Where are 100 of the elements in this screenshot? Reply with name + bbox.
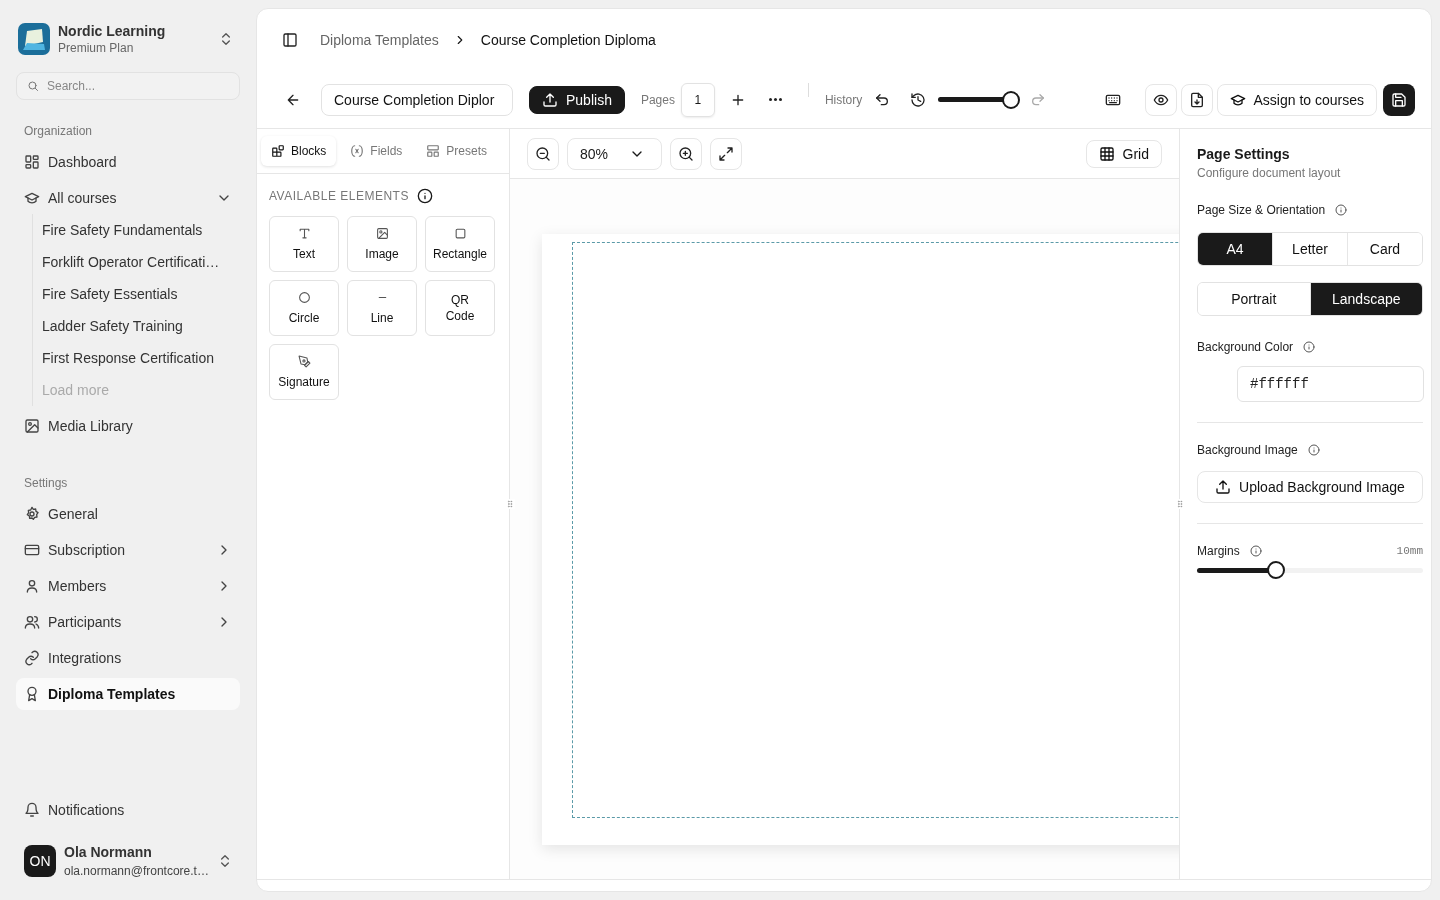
user-email: ola.normann@frontcore.t… [64, 864, 209, 878]
pages-label: Pages [640, 92, 675, 107]
workspace-plan: Premium Plan [58, 41, 135, 55]
assign-button[interactable]: Assign to courses [1216, 83, 1377, 116]
margins-slider[interactable] [1197, 560, 1423, 580]
zoom-out-icon [535, 145, 551, 162]
course-item[interactable]: Forklift Operator Certificati… [41, 246, 240, 278]
info-icon [1335, 204, 1348, 216]
user-icon [24, 578, 40, 594]
orientation-option[interactable]: Landscape [1309, 283, 1422, 315]
credit-card-icon [24, 542, 40, 558]
info-icon [1249, 545, 1262, 557]
file-download-icon [1188, 91, 1205, 108]
user-avatar: ON [24, 845, 56, 877]
field-label: Background Color [1197, 340, 1294, 354]
element-tile[interactable]: QR Code [425, 280, 495, 336]
dashboard-icon [24, 154, 40, 170]
slider-thumb[interactable] [1267, 561, 1286, 579]
section-label: Settings [23, 476, 69, 490]
redo-icon [1030, 91, 1047, 108]
info-icon [416, 188, 433, 204]
users-icon [24, 614, 40, 630]
history-slider[interactable] [938, 89, 1019, 110]
blocks-icon [271, 144, 285, 158]
panel-title: Page Settings [1197, 146, 1291, 162]
element-tile[interactable]: Line [347, 280, 417, 336]
save-button[interactable] [1383, 83, 1415, 116]
field-label: Margins [1197, 544, 1240, 558]
award-ribbon-icon [24, 686, 40, 702]
color-field[interactable]: #ffffff [1237, 366, 1424, 402]
drag-handle-icon [1175, 499, 1185, 509]
grid-button[interactable]: Grid [1085, 139, 1162, 168]
expand-icon [718, 145, 734, 162]
grid-icon [1098, 145, 1115, 162]
layout-icon [426, 144, 441, 158]
history-label: History [824, 92, 863, 107]
course-item[interactable]: First Response Certification [41, 342, 240, 374]
fullscreen-button[interactable] [710, 137, 742, 170]
margins-value: 10mm [1396, 545, 1423, 557]
info-icon [1303, 341, 1316, 353]
nav-item[interactable]: Dashboard [16, 146, 240, 178]
sidebar-icon [282, 32, 298, 48]
save-icon [1391, 91, 1407, 108]
panel-tab[interactable]: Fields [340, 136, 413, 166]
element-tile[interactable]: Text [269, 216, 339, 272]
panel-subtitle: Configure document layout [1197, 166, 1342, 180]
nav-item[interactable]: Participants [16, 606, 240, 638]
size-option[interactable]: A4 [1198, 233, 1272, 265]
upload-icon [542, 91, 558, 108]
zoom-in-icon [678, 145, 694, 162]
size-option[interactable]: Card [1347, 233, 1422, 265]
graduation-cap-icon [24, 190, 40, 206]
upload-button[interactable]: Upload Background Image [1197, 471, 1423, 503]
history-icon [910, 91, 927, 108]
section-label: AVAILABLE ELEMENTS [269, 189, 409, 203]
panel-tab[interactable]: Presets [416, 136, 498, 166]
slider-thumb[interactable] [1002, 90, 1021, 109]
element-tile[interactable]: Rectangle [425, 216, 495, 272]
nav-item[interactable]: General [16, 498, 240, 530]
nav-item[interactable]: Diploma Templates [16, 678, 240, 710]
nav-item[interactable]: Integrations [16, 642, 240, 674]
course-item[interactable]: Fire Safety Essentials [41, 278, 240, 310]
field-label: Background Image [1197, 443, 1298, 457]
image-icon [24, 418, 40, 434]
download-button[interactable] [1180, 83, 1213, 116]
breadcrumb-item: Course Completion Diploma [480, 32, 656, 48]
nav-item[interactable]: Media Library [16, 410, 240, 442]
panel-tab[interactable]: Blocks [261, 136, 337, 166]
course-item[interactable]: Fire Safety Fundamentals [41, 214, 240, 246]
drag-handle-icon [505, 499, 515, 509]
nav-item[interactable]: Notifications [16, 794, 240, 826]
zoom-out-button[interactable] [527, 137, 559, 170]
nav-item[interactable]: Members [16, 570, 240, 602]
zoom-select[interactable]: 80% [567, 137, 662, 170]
breadcrumb-item[interactable]: Diploma Templates [320, 32, 439, 48]
element-tile[interactable]: Circle [269, 280, 339, 336]
text-icon [297, 227, 311, 240]
settings-icon [24, 506, 40, 522]
zoom-in-button[interactable] [670, 137, 702, 170]
link-icon [24, 650, 40, 666]
title-field[interactable]: Course Completion Diplor [321, 83, 513, 116]
pen-nib-icon [297, 355, 311, 368]
workspace-logo [18, 23, 50, 55]
more-icon [769, 98, 783, 101]
nav-item[interactable]: Subscription [16, 534, 240, 566]
workspace-name: Nordic Learning [58, 23, 167, 39]
preview-button[interactable] [1144, 83, 1177, 116]
page-number-field[interactable]: 1 [680, 82, 715, 117]
course-item[interactable]: Ladder Safety Training [41, 310, 240, 342]
upload-icon [1215, 479, 1232, 495]
element-tile[interactable]: Signature [269, 344, 339, 400]
nav-item[interactable]: All courses [16, 182, 240, 214]
element-tile[interactable]: Image [347, 216, 417, 272]
publish-button[interactable]: Publish [529, 85, 625, 114]
bell-icon [24, 802, 40, 818]
variable-icon [350, 144, 365, 158]
search-field[interactable]: Search... [16, 72, 240, 100]
square-icon [453, 227, 467, 240]
circle-icon [297, 291, 311, 304]
field-label: Page Size & Orientation [1197, 203, 1326, 217]
